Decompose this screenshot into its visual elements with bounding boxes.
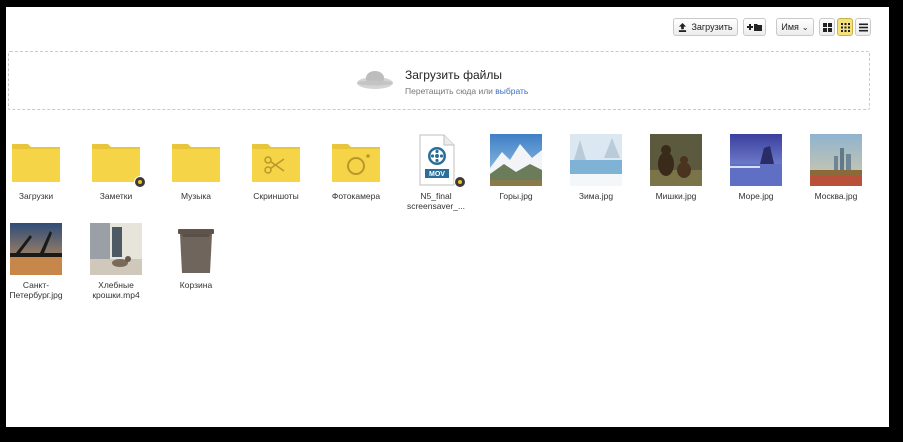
file-item-label: Фотокамера (331, 191, 381, 201)
breadcrumbs-video-thumbnail (90, 223, 142, 275)
file-item-label: Горы.jpg (499, 191, 533, 201)
file-item-label: Заметки (99, 191, 133, 201)
file-item-label: Море.jpg (738, 191, 774, 201)
file-item-label: N5_final screensaver_... (406, 191, 466, 211)
grid-large-icon (822, 22, 832, 32)
file-item-label: Москва.jpg (814, 191, 858, 201)
mov-file-icon: MOV (410, 134, 466, 188)
choose-files-link[interactable]: выбрать (495, 86, 528, 96)
ufo-icon (357, 71, 393, 89)
new-folder-button[interactable] (743, 18, 766, 36)
upload-button-label: Загрузить (691, 22, 733, 32)
file-item-label: Загрузки (18, 191, 54, 201)
file-item-spb-photo[interactable]: Санкт-Петербург.jpg (6, 223, 72, 300)
file-item-label: Хлебные крошки.mp4 (92, 280, 140, 300)
grid-small-icon (840, 22, 850, 32)
view-list-button[interactable] (855, 18, 871, 36)
folder-icon (90, 134, 146, 188)
scissors-folder-icon (250, 134, 302, 186)
moscow-photo-thumbnail (810, 134, 862, 186)
list-icon (858, 23, 868, 31)
bears-photo-thumbnail (650, 134, 702, 186)
file-item-music[interactable]: Музыка (160, 134, 232, 201)
spb-photo-thumbnail (10, 223, 62, 275)
disk-window: Загрузить Имя ⌄ Загрузить файлы Перетащи… (6, 7, 889, 427)
file-item-sea-photo[interactable]: Море.jpg (720, 134, 792, 201)
file-item-label: Санкт-Петербург.jpg (9, 280, 63, 300)
file-item-camera[interactable]: Фотокамера (320, 134, 392, 201)
file-item-label: Корзина (179, 280, 213, 290)
file-item-label: Зима.jpg (578, 191, 614, 201)
file-item-notes[interactable]: Заметки (80, 134, 152, 201)
file-item-label: Мишки.jpg (655, 191, 697, 201)
winter-photo-thumbnail (570, 134, 622, 186)
sort-dropdown[interactable]: Имя ⌄ (776, 18, 814, 36)
mov-badge-text: MOV (429, 171, 445, 178)
file-item-bears-photo[interactable]: Мишки.jpg (640, 134, 712, 201)
view-small-icons-button[interactable] (837, 18, 853, 36)
sea-photo-thumbnail (730, 134, 782, 186)
folder-icon (170, 134, 222, 186)
camera-folder-icon (330, 134, 382, 186)
trash-icon (170, 223, 222, 275)
view-large-icons-button[interactable] (819, 18, 835, 36)
upload-button[interactable]: Загрузить (673, 18, 738, 36)
folder-icon (10, 134, 62, 186)
file-item-label: Скриншоты (253, 191, 299, 201)
new-folder-icon (746, 24, 762, 31)
file-item-downloads[interactable]: Загрузки (6, 134, 72, 201)
shared-badge-icon (134, 176, 146, 188)
file-item-screensaver-video[interactable]: MOV N5_final screensaver_... (400, 134, 472, 211)
file-item-screenshots[interactable]: Скриншоты (240, 134, 312, 201)
mountains-photo-thumbnail (490, 134, 542, 186)
file-item-label: Музыка (180, 191, 212, 201)
file-item-moscow-photo[interactable]: Москва.jpg (800, 134, 872, 201)
dropzone-title: Загрузить файлы (405, 68, 503, 82)
upload-dropzone[interactable]: Загрузить файлы Перетащить сюда или выбр… (8, 51, 870, 110)
file-item-winter-photo[interactable]: Зима.jpg (560, 134, 632, 201)
upload-icon (679, 22, 687, 32)
sort-label: Имя (781, 22, 799, 32)
chevron-down-icon: ⌄ (801, 22, 809, 32)
shared-badge-icon (454, 176, 466, 188)
file-item-trash[interactable]: Корзина (160, 223, 232, 290)
file-item-mountains-photo[interactable]: Горы.jpg (480, 134, 552, 201)
file-item-breadcrumbs-video[interactable]: Хлебные крошки.mp4 (80, 223, 152, 300)
dropzone-subtitle-text: Перетащить сюда или (405, 86, 493, 96)
dropzone-subtitle: Перетащить сюда или выбрать (405, 86, 528, 96)
